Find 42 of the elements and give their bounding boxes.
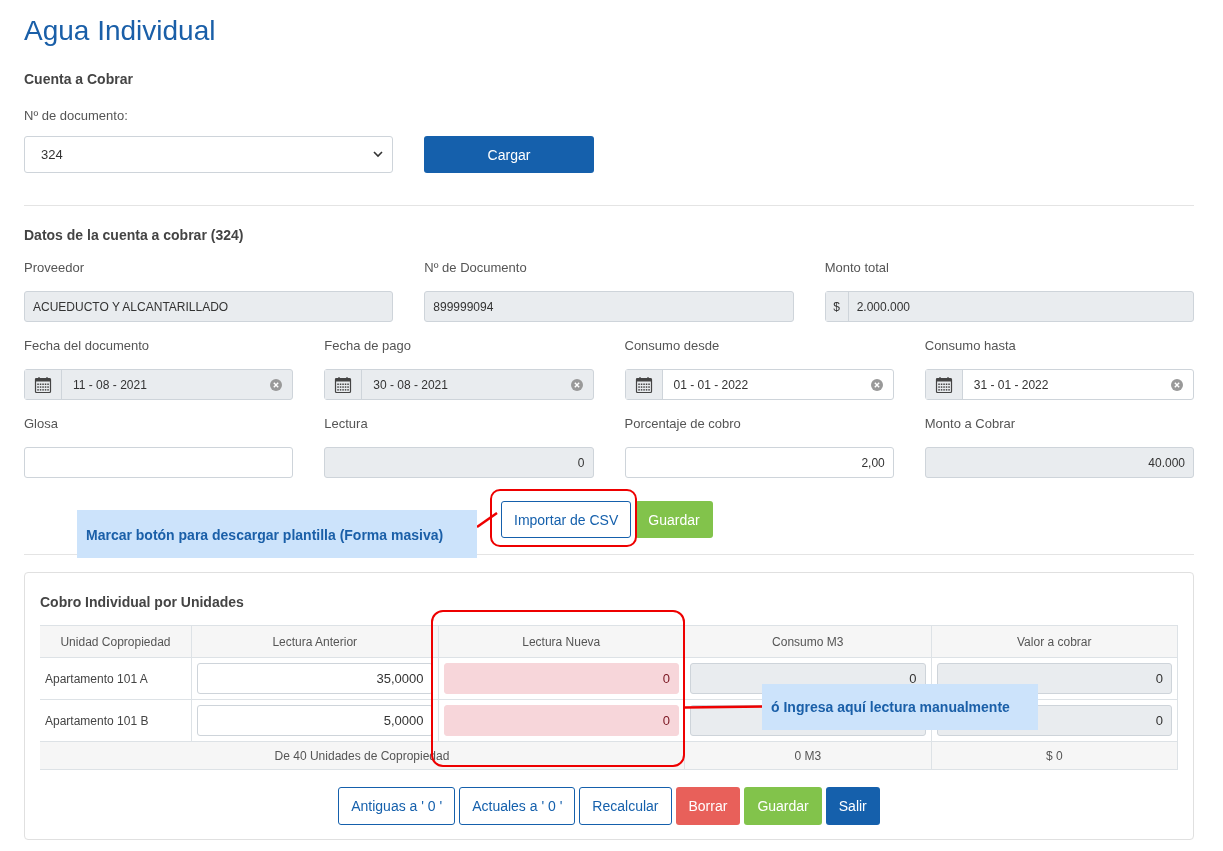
unit-name: Apartamento 101 A [40,657,192,700]
column-header: Lectura Anterior [191,625,438,658]
column-header: Unidad Copropiedad [40,625,192,658]
field-label: Nº de Documento [424,259,528,277]
card-heading: Cobro Individual por Unidades [40,593,245,611]
page-title: Agua Individual [24,14,217,48]
field-label: Monto total [824,259,890,277]
reading-input[interactable]: 35,0000 [197,663,433,694]
reading-input[interactable]: 0 [443,663,679,694]
total-cell: 0 M3 [684,741,931,770]
field-label: Porcentaje de cobro [624,415,742,433]
column-header: Valor a cobrar [931,625,1178,658]
field-label: Lectura [324,415,369,433]
field-label: Nº de documento: [24,107,129,125]
field-label: Glosa [24,415,59,433]
action-button[interactable]: Importar de CSV [501,501,632,538]
unit-name: Apartamento 101 B [40,699,192,742]
field-label: Monto a Cobrar [924,415,1017,433]
annotation-tooltip: Marcar botón para descargar plantilla (Forma masiva) [77,510,477,558]
action-button[interactable]: Actuales a ' 0 ' [459,787,576,825]
load-button[interactable]: Cargar [424,136,594,173]
action-button[interactable]: Antiguas a ' 0 ' [338,787,456,825]
total-cell: $ 0 [931,741,1178,770]
annotation-tooltip: ó Ingresa aquí lectura manualmente [762,684,1038,730]
action-button[interactable]: Salir [825,787,880,825]
column-header: Consumo M3 [684,625,931,658]
action-button[interactable]: Recalcular [579,787,672,825]
date-field[interactable]: 01 - 01 - 2022 [624,369,894,400]
reading-input[interactable]: 5,0000 [197,705,433,736]
document-select[interactable]: 324 [24,136,393,173]
field-label: Proveedor [24,259,85,277]
currency-sign: $ [825,292,849,321]
field-label: Fecha del documento [24,337,151,355]
column-header: Lectura Nueva [438,625,685,658]
field-label: Fecha de pago [324,337,412,355]
section-heading: Datos de la cuenta a cobrar (324) [24,226,245,244]
field-label: Consumo desde [624,337,721,355]
reading-input[interactable]: 0 [443,705,679,736]
section-heading: Cuenta a Cobrar [24,70,134,88]
field-label: Consumo hasta [924,337,1017,355]
input-field[interactable]: 2,00 [624,447,894,478]
date-field[interactable]: 31 - 01 - 2022 [924,369,1194,400]
